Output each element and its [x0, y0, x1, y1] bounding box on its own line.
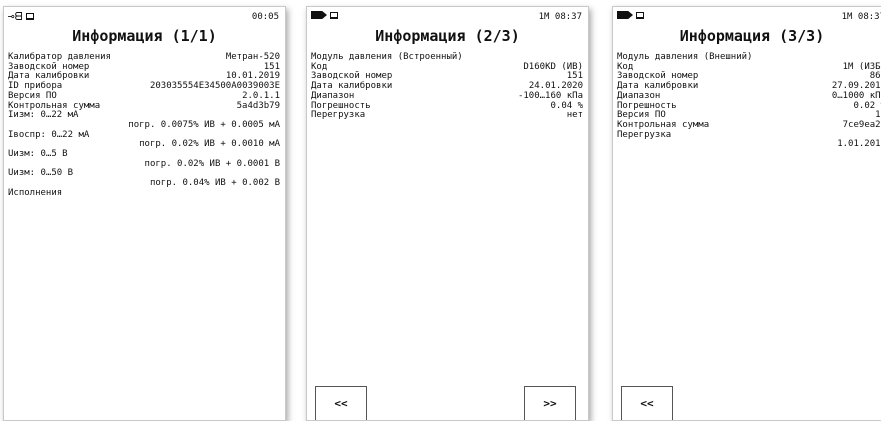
battery-icon: [311, 11, 327, 19]
plug-icon: ⊸ᗺ: [8, 10, 23, 23]
clock: 00:05: [251, 12, 279, 22]
info-value: нет: [566, 110, 583, 121]
info-label: Исполнения: [8, 187, 63, 198]
info-row: Перегрузка нет: [311, 111, 583, 121]
clock: 1М 08:37: [538, 12, 582, 22]
info-label: Iвоспр: 0…22 мА: [8, 129, 90, 140]
page-title: Информация (2/3): [375, 27, 520, 45]
info-row: 1.01.2012: [617, 140, 881, 150]
sdcard-icon: [25, 13, 34, 20]
info-list: Модуль давления (Внешний)Код1М (ИЗБ)Заво…: [617, 52, 881, 150]
info-label: Uизм: 0…50 В: [8, 168, 74, 179]
page-title: Информация (1/1): [72, 27, 217, 45]
info-value: 1.01.2012: [837, 139, 881, 150]
battery-icon: [617, 11, 633, 19]
info-value: 5a4d3b79: [236, 100, 280, 111]
sdcard-icon: [330, 11, 338, 19]
next-page-button[interactable]: >>: [524, 386, 576, 420]
info-label: Модуль давления (Внешний): [617, 52, 753, 62]
status-bar: 1М 08:37: [311, 11, 582, 24]
status-bar: 1М 08:37: [617, 11, 881, 24]
info-label: Перегрузка: [617, 129, 672, 140]
info-row: Исполнения: [8, 187, 280, 199]
info-screen-1: ⊸ᗺ 00:05 Информация (1/1) Калибратор дав…: [3, 6, 286, 421]
status-bar: ⊸ᗺ 00:05: [8, 11, 279, 24]
info-label: Перегрузка: [311, 110, 366, 121]
info-value: 7ce9ea20: [842, 119, 881, 130]
prev-page-button[interactable]: <<: [315, 386, 367, 420]
info-label: Iизм: 0…22 мА: [8, 110, 79, 121]
info-label: Модуль давления (Встроенный): [311, 52, 463, 62]
page-title: Информация (3/3): [679, 27, 825, 45]
clock: 1М 08:37: [841, 12, 881, 22]
sdcard-icon: [636, 11, 644, 19]
info-screen-3: 1М 08:37 Информация (3/3) Модуль давлени…: [612, 6, 881, 421]
info-list: Калибратор давления Метран-520 Заводской н…: [8, 52, 280, 199]
prev-page-button[interactable]: <<: [621, 386, 673, 420]
info-row: Модуль давления (Внешний): [617, 52, 881, 63]
info-list: Модуль давления (Встроенный) Код D160KD (И…: [311, 52, 583, 121]
info-label: Uизм: 0…5 В: [8, 149, 68, 160]
info-screen-2: 1М 08:37 Информация (2/3) Модуль давлени…: [306, 6, 589, 421]
